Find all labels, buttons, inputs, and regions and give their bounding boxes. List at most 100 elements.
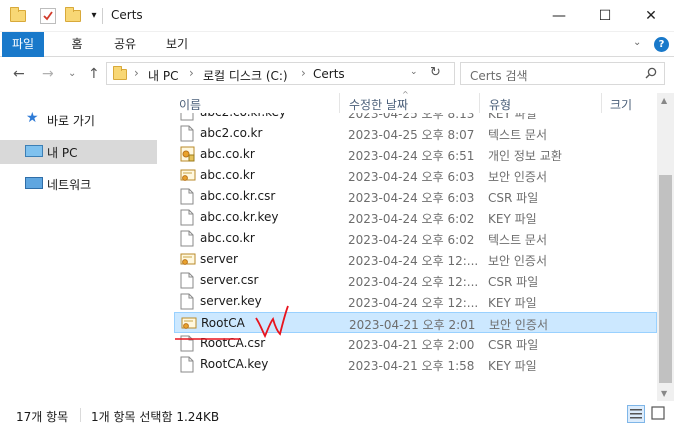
file-row[interactable]: server.csr 2023-04-24 오후 12:... CSR 파일: [174, 270, 657, 291]
navigation-bar: ← → ⌄ ↑ › 내 PC › 로컬 디스크 (C:) › Certs ⌄ ↻…: [0, 57, 674, 93]
breadcrumb-local-disk[interactable]: 로컬 디스크 (C:): [203, 67, 288, 84]
address-bar[interactable]: › 내 PC › 로컬 디스크 (C:) › Certs ⌄ ↻: [106, 62, 455, 85]
sort-up-icon: ^: [402, 90, 409, 99]
file-type: CSR 파일: [488, 275, 539, 289]
file-name: abc2.co.kr: [200, 126, 263, 140]
nav-item-quick-access[interactable]: ★ 바로 가기: [0, 108, 157, 132]
file-date: 2023-04-24 오후 6:03: [348, 191, 475, 205]
column-headers: 이름 수정한 날짜 ^ 유형 크기: [164, 90, 657, 113]
file-row[interactable]: abc.co.kr.key 2023-04-24 오후 6:02 KEY 파일: [174, 207, 657, 228]
recent-locations-chevron-icon[interactable]: ⌄: [68, 68, 76, 79]
divider: [102, 8, 103, 24]
column-header-size[interactable]: 크기: [610, 96, 632, 113]
large-icons-view-icon[interactable]: [650, 405, 668, 423]
file-row[interactable]: abc.co.kr.csr 2023-04-24 오후 6:03 CSR 파일: [174, 186, 657, 207]
file-type: 보안 인증서: [489, 318, 549, 332]
breadcrumb-separator: ›: [301, 66, 306, 80]
column-header-modified[interactable]: 수정한 날짜: [349, 96, 408, 113]
certificate-icon: [180, 167, 196, 184]
file-date: 2023-04-21 오후 1:58: [348, 359, 475, 373]
file-type: 텍스트 문서: [488, 233, 548, 247]
ribbon-tabs: 파일 홈 공유 보기 ⌄ ?: [0, 32, 674, 57]
search-placeholder: Certs 검색: [470, 69, 528, 83]
file-row[interactable]: RootCA.key 2023-04-21 오후 1:58 KEY 파일: [174, 354, 657, 375]
column-header-type[interactable]: 유형: [489, 96, 511, 113]
breadcrumb-separator: ›: [134, 66, 139, 80]
file-row[interactable]: server 2023-04-24 오후 12:... 보안 인증서: [174, 249, 657, 270]
file-row[interactable]: abc.co.kr 2023-04-24 오후 6:02 텍스트 문서: [174, 228, 657, 249]
column-divider[interactable]: [601, 93, 602, 113]
network-icon: [25, 177, 43, 189]
nav-item-label: 네트워크: [47, 178, 92, 192]
scroll-thumb[interactable]: [659, 175, 672, 383]
document-icon: [180, 356, 194, 373]
scroll-down-arrow-icon[interactable]: ▼: [661, 389, 667, 398]
document-icon: [180, 188, 194, 205]
breadcrumb-separator: ›: [189, 66, 194, 80]
refresh-icon[interactable]: ↻: [430, 65, 441, 80]
file-name: abc2.co.kr.key: [200, 113, 286, 119]
tab-file[interactable]: 파일: [2, 32, 44, 57]
close-button[interactable]: ✕: [628, 0, 674, 32]
file-list: abc2.co.kr.key2023-04-25 오후 8:13KEY 파일ab…: [164, 113, 657, 388]
nav-item-label: 내 PC: [47, 146, 78, 160]
star-icon: ★: [26, 110, 39, 126]
document-icon: [180, 272, 194, 289]
quick-access-dropdown-icon[interactable]: ▾: [86, 8, 102, 24]
document-icon: [180, 113, 194, 121]
back-arrow-icon[interactable]: ←: [13, 66, 25, 82]
folder-icon: [113, 66, 127, 80]
nav-item-this-pc[interactable]: 내 PC: [0, 140, 157, 164]
computer-icon: [25, 145, 43, 157]
help-icon[interactable]: ?: [654, 37, 669, 52]
forward-arrow-icon[interactable]: →: [42, 66, 54, 82]
document-icon: [180, 230, 194, 247]
vertical-scrollbar[interactable]: ▲ ▼: [657, 93, 674, 401]
expand-ribbon-icon[interactable]: ⌄: [633, 37, 641, 48]
column-header-name[interactable]: 이름: [179, 96, 201, 113]
file-name: abc.co.kr.csr: [200, 189, 276, 203]
breadcrumb-certs[interactable]: Certs: [313, 67, 345, 81]
address-dropdown-icon[interactable]: ⌄: [410, 67, 418, 77]
search-input[interactable]: Certs 검색: [460, 62, 665, 85]
file-date: 2023-04-21 오후 2:00: [348, 338, 475, 352]
selection-info: 1개 항목 선택함 1.24KB: [91, 410, 220, 424]
document-icon: [180, 209, 194, 226]
scroll-up-arrow-icon[interactable]: ▲: [661, 96, 667, 105]
file-date: 2023-04-21 오후 2:01: [349, 318, 476, 332]
navigation-pane: ★ 바로 가기 내 PC 네트워크: [0, 93, 160, 401]
file-row[interactable]: abc2.co.kr 2023-04-25 오후 8:07 텍스트 문서: [174, 123, 657, 144]
file-row[interactable]: abc2.co.kr.key 2023-04-25 오후 8:13 KEY 파일: [174, 113, 657, 123]
tab-view[interactable]: 보기: [160, 32, 194, 57]
pfx-certificate-icon: [180, 146, 195, 163]
file-row[interactable]: abc.co.kr 2023-04-24 오후 6:03 보안 인증서: [174, 165, 657, 186]
file-date: 2023-04-25 오후 8:07: [348, 128, 475, 142]
file-type: CSR 파일: [488, 338, 539, 352]
file-name: RootCA.key: [200, 357, 269, 371]
file-date: 2023-04-25 오후 8:13: [348, 113, 475, 121]
minimize-button[interactable]: —: [536, 0, 582, 32]
file-name: server.csr: [200, 273, 259, 287]
file-type: KEY 파일: [488, 212, 537, 226]
status-bar: 17개 항목 1개 항목 선택함 1.24KB: [0, 401, 674, 428]
tab-share[interactable]: 공유: [108, 32, 142, 57]
tab-home[interactable]: 홈: [62, 32, 92, 57]
file-type: 보안 인증서: [488, 254, 548, 268]
file-date: 2023-04-24 오후 12:...: [348, 296, 479, 310]
file-type: KEY 파일: [488, 359, 537, 373]
file-date: 2023-04-24 오후 6:02: [348, 212, 475, 226]
new-folder-icon[interactable]: [65, 7, 81, 24]
file-type: KEY 파일: [488, 113, 537, 121]
file-date: 2023-04-24 오후 12:...: [348, 254, 479, 268]
up-arrow-icon[interactable]: ↑: [88, 66, 100, 82]
column-divider[interactable]: [479, 93, 480, 113]
column-divider[interactable]: [339, 93, 340, 113]
document-icon: [180, 125, 194, 142]
details-view-icon[interactable]: [627, 405, 645, 423]
file-row[interactable]: abc.co.kr 2023-04-24 오후 6:51 개인 정보 교환: [174, 144, 657, 165]
nav-item-network[interactable]: 네트워크: [0, 172, 157, 196]
properties-checkmark-icon[interactable]: [40, 8, 56, 24]
breadcrumb-this-pc[interactable]: 내 PC: [148, 67, 178, 84]
item-count: 17개 항목: [16, 410, 69, 424]
maximize-button[interactable]: ☐: [582, 0, 628, 32]
